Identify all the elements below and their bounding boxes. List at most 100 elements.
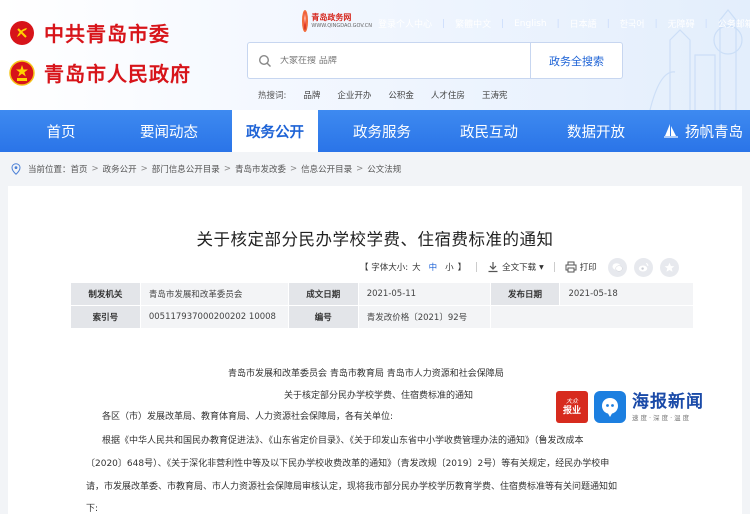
body-paragraph: 下: xyxy=(86,504,99,514)
print-label: 打印 xyxy=(579,263,597,273)
top-link-korean[interactable]: 한국어 xyxy=(620,17,645,30)
document-title: 关于核定部分民办学校学费、住宿费标准的通知 xyxy=(196,230,554,249)
breadcrumb-item[interactable]: 青岛市发改委 xyxy=(235,163,286,175)
top-link-mail[interactable]: 公务邮箱 xyxy=(718,17,750,30)
nav-interaction[interactable]: 政民互动 xyxy=(445,110,533,152)
divider: | xyxy=(654,18,658,29)
breadcrumb-item[interactable]: 信息公开目录 xyxy=(301,163,352,175)
print-button[interactable]: 打印 xyxy=(565,261,597,273)
body-issuers: 青岛市发展和改革委员会 青岛市教育局 青岛市人力资源和社会保障局 xyxy=(228,369,504,379)
search-input[interactable] xyxy=(280,55,510,66)
badge-bottom-text: 报业 xyxy=(562,405,581,416)
nav-gov-affairs[interactable]: 政务公开 xyxy=(232,110,318,152)
breadcrumb-item[interactable]: 首页 xyxy=(71,163,88,175)
logo-subtitle: WWW.QINGDAO.GOV.CN xyxy=(311,22,372,29)
meta-value: 青发改价格〔2021〕92号 xyxy=(357,305,491,329)
weibo-share-icon[interactable] xyxy=(634,258,653,277)
nav-open-data[interactable]: 数据开放 xyxy=(552,110,640,152)
top-link-traditional[interactable]: 繁體中文 xyxy=(455,17,491,30)
brand-line1: 中共青岛市委 xyxy=(44,22,170,46)
breadcrumb-label: 当前位置： xyxy=(28,165,71,175)
site-logo[interactable]: 青岛政务网 WWW.QINGDAO.GOV.CN xyxy=(302,6,372,36)
site-header: 中共青岛市委 青岛市人民政府 青岛政务网 WWW.QINGDAO.GOV.CN … xyxy=(0,0,750,110)
breadcrumb-separator: > xyxy=(356,164,364,174)
font-size-large[interactable]: 大 xyxy=(412,261,421,273)
divider xyxy=(476,262,478,272)
hotword-item[interactable]: 人才住房 xyxy=(431,89,465,101)
breadcrumb-item[interactable]: 政务公开 xyxy=(103,163,137,175)
badge-top-text: 大众 xyxy=(565,397,578,405)
party-committee-brand[interactable]: 中共青岛市委 xyxy=(8,18,170,47)
favorite-star-icon[interactable] xyxy=(660,258,679,277)
top-link-login[interactable]: 登录个人中心 xyxy=(378,17,432,30)
haibao-news-watermark: 大众 报业 海报新闻 速度·深度·温度 xyxy=(556,390,716,424)
nav-yangfan[interactable]: 扬帆青岛 xyxy=(656,110,750,152)
location-pin-icon xyxy=(11,163,21,175)
font-size-small[interactable]: 小 xyxy=(445,261,454,273)
meta-row: 制发机关 青岛市发展和改革委员会 成文日期 2021-05-11 发布日期 20… xyxy=(70,282,694,306)
download-button[interactable]: 全文下载 ▼ xyxy=(487,261,544,273)
divider: | xyxy=(704,18,708,29)
breadcrumb-separator: > xyxy=(140,164,148,174)
meta-key: 制发机关 xyxy=(70,282,141,306)
divider: | xyxy=(442,18,446,29)
breadcrumb-item[interactable]: 公文法规 xyxy=(367,163,401,175)
meta-row: 索引号 005117937000200202 10008 编号 青发改价格〔20… xyxy=(70,305,695,329)
hotword-item[interactable]: 公积金 xyxy=(388,89,414,101)
breadcrumb: 当前位置： 首页 > 政务公开 > 部门信息公开目录 > 青岛市发改委 > 信息… xyxy=(0,152,750,186)
nav-news[interactable]: 要闻动态 xyxy=(125,110,213,152)
document-tools: 【 字体大小: 大 中 小 】 全文下载 ▼ 打印 xyxy=(360,261,597,273)
meta-key: 发布日期 xyxy=(489,282,561,306)
caret-down-icon: ▼ xyxy=(539,263,544,271)
body-subtitle: 关于核定部分民办学校学费、住宿费标准的通知 xyxy=(284,391,474,401)
printer-icon xyxy=(565,261,577,273)
watermark-name: 海报新闻 xyxy=(632,392,704,412)
top-links: 登录个人中心 | 繁體中文 | English | 日本語 | 한국어 | 无障… xyxy=(378,17,750,31)
hotword-item[interactable]: 企业开办 xyxy=(337,89,371,101)
meta-key: 编号 xyxy=(287,305,359,329)
nav-home[interactable]: 首页 xyxy=(22,110,100,152)
meta-value: 2021-05-11 xyxy=(357,282,491,306)
breadcrumb-separator: > xyxy=(289,164,298,174)
nav-gov-services[interactable]: 政务服务 xyxy=(338,110,426,152)
dazhong-badge: 大众 报业 xyxy=(556,391,588,423)
hotword-item[interactable]: 王涛宪 xyxy=(482,89,508,101)
document-meta-table: 制发机关 青岛市发展和改革委员会 成文日期 2021-05-11 发布日期 20… xyxy=(70,282,695,329)
meta-value: 005117937000200202 10008 xyxy=(139,305,289,329)
top-link-accessibility[interactable]: 无障碍 xyxy=(668,17,695,30)
haibao-logo-icon xyxy=(594,391,626,423)
search-box xyxy=(247,42,530,79)
font-size-close: 】 xyxy=(457,263,467,273)
body-salutation: 各区（市）发展改革局、教育体育局、人力资源社会保障局，各有关单位: xyxy=(102,412,394,422)
font-size-medium[interactable]: 中 xyxy=(429,261,438,273)
sail-icon xyxy=(664,124,678,138)
national-emblem-icon xyxy=(8,59,36,87)
divider: | xyxy=(556,18,560,29)
document-card: 关于核定部分民办学校学费、住宿费标准的通知 【 字体大小: 大 中 小 】 全文… xyxy=(8,186,742,514)
search-icon xyxy=(258,54,271,67)
government-brand[interactable]: 青岛市人民政府 xyxy=(8,58,191,87)
download-label: 全文下载 xyxy=(502,263,537,273)
brand-line2: 青岛市人民政府 xyxy=(44,62,191,86)
body-paragraph: 请，市发展改革委、市教育局、市人力资源社会保障局审核认定，现将我市部分民办学校学… xyxy=(86,482,618,492)
main-nav: 首页 要闻动态 政务公开 政务服务 政民互动 数据开放 扬帆青岛 xyxy=(0,110,750,152)
nav-yangfan-label: 扬帆青岛 xyxy=(685,124,743,141)
globe-logo-icon xyxy=(302,10,309,32)
meta-value: 青岛市发展和改革委员会 xyxy=(139,282,289,306)
hotword-item[interactable]: 品牌 xyxy=(303,89,320,101)
divider: | xyxy=(501,18,505,29)
breadcrumb-item[interactable]: 部门信息公开目录 xyxy=(152,163,220,175)
breadcrumb-separator: > xyxy=(223,164,231,174)
wechat-share-icon[interactable] xyxy=(608,258,627,277)
watermark-slogan: 速度·深度·温度 xyxy=(632,414,692,422)
top-link-english[interactable]: English xyxy=(514,19,547,29)
logo-title: 青岛政务网 xyxy=(311,12,352,22)
divider: | xyxy=(606,18,610,29)
meta-key: 成文日期 xyxy=(287,282,359,306)
meta-value: 2021-05-18 xyxy=(559,282,694,306)
top-link-japanese[interactable]: 日本語 xyxy=(570,17,597,30)
divider xyxy=(553,262,555,272)
hotwords-label: 热搜词: xyxy=(258,91,287,101)
download-icon xyxy=(488,262,498,273)
search-button[interactable]: 政务全搜索 xyxy=(530,42,623,79)
